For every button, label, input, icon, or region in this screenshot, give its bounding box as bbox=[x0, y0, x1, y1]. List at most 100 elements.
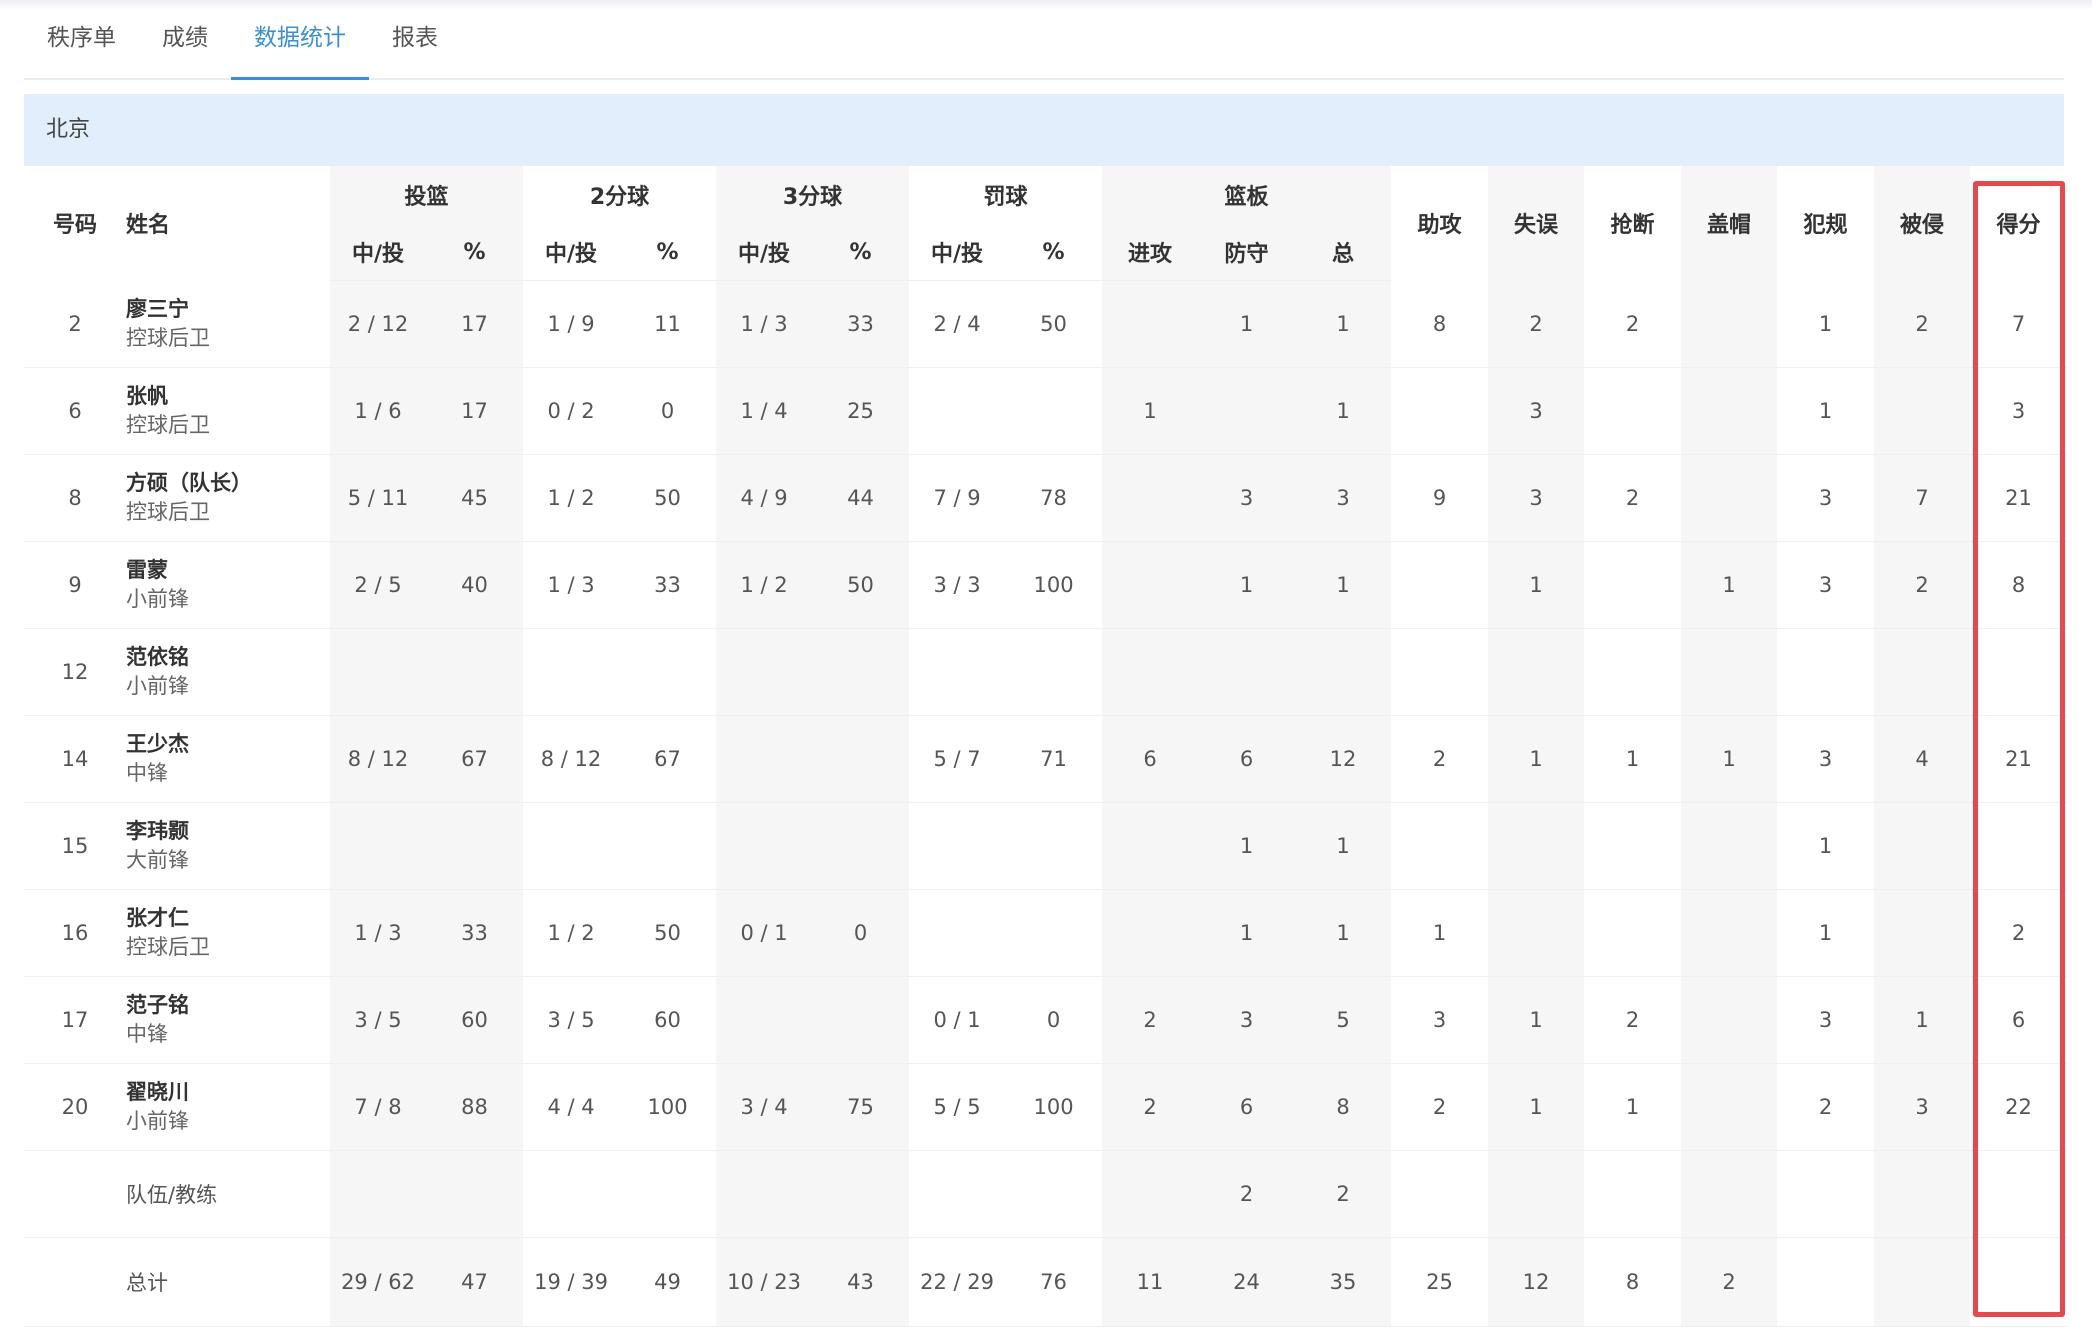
player-number: 17 bbox=[24, 976, 126, 1064]
stat-blk bbox=[1681, 802, 1778, 890]
stat-oreb: 6 bbox=[1102, 715, 1199, 803]
stat-fgp: 17 bbox=[426, 367, 524, 455]
stats-table: 号码 姓名 投篮 2分球 3分球 罚球 篮板 助攻 失误 抢断 盖帽 犯规 被侵… bbox=[24, 166, 2068, 1327]
stat-tov: 1 bbox=[1488, 541, 1585, 629]
player-cell: 雷蒙 小前锋 bbox=[126, 541, 330, 629]
team-coach-label: 队伍/教练 bbox=[126, 1150, 330, 1238]
total-stat-p2p: 49 bbox=[619, 1237, 717, 1327]
stat-pf bbox=[1777, 628, 1875, 716]
player-name: 范子铭 bbox=[126, 993, 189, 1017]
stat-oreb bbox=[1102, 541, 1199, 629]
stat-p2p bbox=[619, 802, 717, 890]
stat-ft: 0 / 1 bbox=[909, 976, 1006, 1064]
stat-ftp bbox=[1005, 367, 1103, 455]
stat-fd: 1 bbox=[1874, 976, 1971, 1064]
stat-dreb: 3 bbox=[1198, 976, 1296, 1064]
stat-tov: 1 bbox=[1488, 976, 1585, 1064]
stat-treb: 12 bbox=[1295, 715, 1392, 803]
total-stat-p2: 19 / 39 bbox=[523, 1237, 620, 1327]
stat-dreb: 1 bbox=[1198, 889, 1296, 977]
stat-fg: 1 / 6 bbox=[330, 367, 426, 455]
stat-pts bbox=[1970, 628, 2068, 716]
stat-blk: 1 bbox=[1681, 541, 1778, 629]
stat-stl bbox=[1584, 628, 1682, 716]
stat-fg: 1 / 3 bbox=[330, 889, 426, 977]
player-name: 张帆 bbox=[126, 384, 168, 408]
stat-ftp: 50 bbox=[1005, 280, 1103, 368]
header-fg-made-attempted: 中/投 bbox=[330, 224, 426, 281]
header-ft-made-attempted: 中/投 bbox=[909, 224, 1006, 281]
total-stat-pts bbox=[1970, 1237, 2068, 1327]
total-stat-ast: 25 bbox=[1391, 1237, 1489, 1327]
stat-p2p: 50 bbox=[619, 454, 717, 542]
team-stat-fd bbox=[1874, 1150, 1971, 1238]
stat-treb: 1 bbox=[1295, 802, 1392, 890]
stat-pf: 2 bbox=[1777, 1063, 1875, 1151]
player-number: 12 bbox=[24, 628, 126, 716]
stat-pts: 8 bbox=[1970, 541, 2068, 629]
player-name: 翟晓川 bbox=[126, 1080, 189, 1104]
player-number: 16 bbox=[24, 889, 126, 977]
stat-ftp bbox=[1005, 628, 1103, 716]
stat-p2: 0 / 2 bbox=[523, 367, 620, 455]
stat-p3 bbox=[716, 715, 813, 803]
stat-dreb: 1 bbox=[1198, 280, 1296, 368]
stat-pts: 3 bbox=[1970, 367, 2068, 455]
stat-fd bbox=[1874, 802, 1971, 890]
player-cell: 翟晓川 小前锋 bbox=[126, 1063, 330, 1151]
header-2pt-made-attempted: 中/投 bbox=[523, 224, 620, 281]
total-stat-ft: 22 / 29 bbox=[909, 1237, 1006, 1327]
player-position: 控球后卫 bbox=[126, 500, 210, 524]
stat-treb: 3 bbox=[1295, 454, 1392, 542]
stat-pts bbox=[1970, 802, 2068, 890]
stat-p2: 3 / 5 bbox=[523, 976, 620, 1064]
player-position: 中锋 bbox=[126, 761, 168, 785]
stat-ftp bbox=[1005, 802, 1103, 890]
stat-ftp: 0 bbox=[1005, 976, 1103, 1064]
stat-dreb: 6 bbox=[1198, 1063, 1296, 1151]
tab-order-sheet[interactable]: 秩序单 bbox=[24, 12, 139, 78]
stat-p2p bbox=[619, 628, 717, 716]
player-position: 控球后卫 bbox=[126, 325, 210, 350]
header-3pt-made-attempted: 中/投 bbox=[716, 224, 813, 281]
stat-p2p: 67 bbox=[619, 715, 717, 803]
table-row: 9 雷蒙 小前锋 2 / 5 40 1 / 3 33 1 / 2 50 3 / 3 100 1 1 1 1 3… bbox=[24, 541, 2068, 629]
stat-ft: 7 / 9 bbox=[909, 454, 1006, 542]
player-name: 雷蒙 bbox=[126, 558, 168, 582]
player-number: 6 bbox=[24, 367, 126, 455]
stat-fgp bbox=[426, 628, 524, 716]
table-row: 6 张帆 控球后卫 1 / 6 17 0 / 201 / 4 25 1 1 3 1 3 bbox=[24, 367, 2068, 455]
team-stat-tov bbox=[1488, 1150, 1585, 1238]
stat-oreb bbox=[1102, 889, 1199, 977]
stat-fg: 3 / 5 bbox=[330, 976, 426, 1064]
stat-stl bbox=[1584, 889, 1682, 977]
stat-pts: 6 bbox=[1970, 976, 2068, 1064]
stat-p3p: 75 bbox=[812, 1063, 910, 1151]
stat-pf: 1 bbox=[1777, 802, 1875, 890]
tab-report[interactable]: 报表 bbox=[369, 12, 461, 78]
stat-ast: 2 bbox=[1391, 1063, 1489, 1151]
stat-ft: 5 / 5 bbox=[909, 1063, 1006, 1151]
stat-fg bbox=[330, 628, 426, 716]
stat-treb: 1 bbox=[1295, 280, 1392, 368]
header-group-3pt: 3分球 bbox=[716, 166, 910, 224]
stat-tov bbox=[1488, 628, 1585, 716]
stat-ftp: 78 bbox=[1005, 454, 1103, 542]
stat-fg: 5 / 11 bbox=[330, 454, 426, 542]
team-stat-ast bbox=[1391, 1150, 1489, 1238]
tab-results[interactable]: 成绩 bbox=[139, 12, 231, 78]
player-position: 小前锋 bbox=[126, 587, 189, 611]
stat-fd bbox=[1874, 889, 1971, 977]
header-name: 姓名 bbox=[126, 213, 171, 239]
stat-ast: 9 bbox=[1391, 454, 1489, 542]
stat-p2p: 0 bbox=[619, 367, 717, 455]
stat-p3 bbox=[716, 802, 813, 890]
tab-statistics[interactable]: 数据统计 bbox=[231, 12, 369, 80]
stat-oreb bbox=[1102, 280, 1199, 368]
stat-p2 bbox=[523, 802, 620, 890]
stat-oreb bbox=[1102, 802, 1199, 890]
stat-p2: 1 / 9 bbox=[523, 280, 620, 368]
stat-p2: 4 / 4 bbox=[523, 1063, 620, 1151]
player-position: 控球后卫 bbox=[126, 413, 210, 437]
stat-p2p: 11 bbox=[619, 280, 717, 368]
